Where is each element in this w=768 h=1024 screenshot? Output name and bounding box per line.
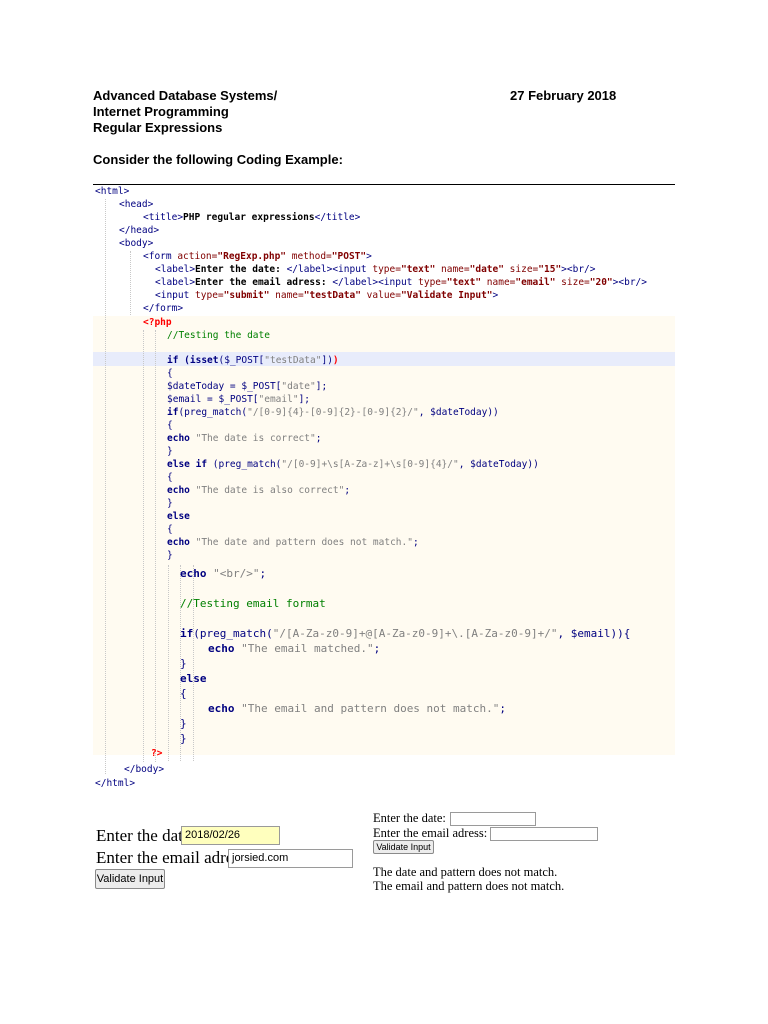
code-line: echo "The date is correct"; <box>167 433 322 444</box>
code-line: { <box>167 368 173 379</box>
code-line: <?php <box>143 317 172 328</box>
code-line: </body> <box>124 764 165 775</box>
code-line: echo "The email matched."; <box>208 642 381 655</box>
code-line: { <box>180 687 187 700</box>
email-label-small: Enter the email adress: <box>373 826 488 840</box>
code-line: } <box>167 498 173 509</box>
result-email: The email and pattern does not match. <box>373 879 565 893</box>
code-line: $email = $_POST["email"]; <box>167 394 311 405</box>
code-line: } <box>167 550 173 561</box>
code-line: echo "<br/>"; <box>180 567 267 580</box>
code-line: echo "The date is also correct"; <box>167 485 351 496</box>
email-input-small[interactable] <box>490 827 598 841</box>
date-label-small: Enter the date: <box>373 811 446 825</box>
validate-input-button-small[interactable]: Validate Input <box>373 840 434 854</box>
doc-title-line3: Regular Expressions <box>93 120 223 135</box>
code-line: echo "The email and pattern does not mat… <box>208 702 507 715</box>
code-line: if(preg_match("/[0-9]{4}-[0-9]{2}-[0-9]{… <box>167 407 499 418</box>
code-line: </form> <box>143 303 184 314</box>
doc-title-line2: Internet Programming <box>93 104 229 119</box>
code-line: { <box>167 472 173 483</box>
validate-input-button[interactable]: Validate Input <box>95 869 165 889</box>
code-line: echo "The date and pattern does not matc… <box>167 537 419 548</box>
code-line: //Testing email format <box>180 597 326 610</box>
code-line: <form action="RegExp.php" method="POST"> <box>143 251 372 262</box>
date-input-small[interactable] <box>450 812 536 826</box>
code-line: else <box>167 511 190 522</box>
code-line: if (isset($_POST["testData"])) <box>167 355 339 366</box>
code-line: } <box>167 446 173 457</box>
doc-date: 27 February 2018 <box>510 88 617 103</box>
code-line: $dateToday = $_POST["date"]; <box>167 381 328 392</box>
code-line: } <box>180 732 187 745</box>
code-line: else if (preg_match("/[0-9]+\s[A-Za-z]+\… <box>167 459 539 470</box>
code-line: </head> <box>119 225 160 236</box>
code-listing: <html> <head> <title>PHP regular express… <box>93 185 675 795</box>
code-line: <title>PHP regular expressions</title> <box>143 212 361 223</box>
code-line: <body> <box>119 238 154 249</box>
code-line: if(preg_match("/[A-Za-z0-9]+@[A-Za-z0-9]… <box>180 627 631 640</box>
email-input[interactable]: jorsied.com <box>228 849 353 868</box>
code-line: { <box>167 524 173 535</box>
code-line: <label>Enter the email adress: </label><… <box>155 277 647 288</box>
code-line: } <box>180 717 187 730</box>
code-line: </html> <box>95 778 136 789</box>
code-line: { <box>167 420 173 431</box>
code-line: <head> <box>119 199 154 210</box>
code-line: else <box>180 672 207 685</box>
code-line: ?> <box>151 748 163 759</box>
code-line: //Testing the date <box>167 330 270 341</box>
code-line: <label>Enter the date: </label><input ty… <box>155 264 596 275</box>
code-line: <input type="submit" name="testData" val… <box>155 290 499 301</box>
result-date: The date and pattern does not match. <box>373 865 558 879</box>
code-line: <html> <box>95 186 130 197</box>
code-line: } <box>180 657 187 670</box>
doc-title-line1: Advanced Database Systems/ <box>93 88 278 103</box>
section-heading: Consider the following Coding Example: <box>93 152 343 167</box>
date-input[interactable]: 2018/02/26 <box>181 826 280 845</box>
